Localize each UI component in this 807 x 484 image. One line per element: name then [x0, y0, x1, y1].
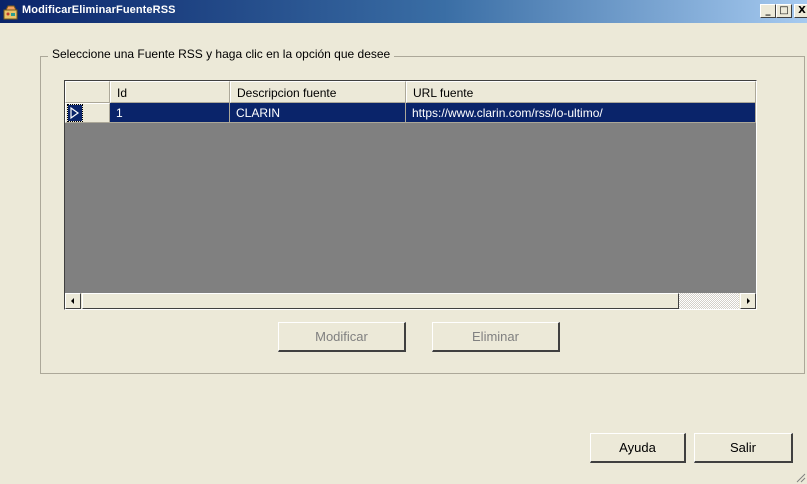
groupbox-legend: Seleccione una Fuente RSS y haga clic en…: [48, 47, 395, 61]
grid-corner-header: [65, 81, 110, 103]
cell-id[interactable]: 1: [110, 103, 230, 123]
rss-app-icon: [3, 5, 18, 20]
modificar-button[interactable]: Modificar: [278, 322, 406, 352]
title-bar[interactable]: ModificarEliminarFuenteRSS _ □ X: [0, 0, 807, 23]
column-header-descripcion[interactable]: Descripcion fuente: [230, 81, 406, 103]
resize-grip-icon[interactable]: [794, 471, 806, 483]
grid-header-row: Id Descripcion fuente URL fuente: [65, 81, 756, 103]
scroll-thumb[interactable]: [82, 293, 679, 309]
maximize-button[interactable]: □: [776, 4, 792, 18]
cell-descripcion[interactable]: CLARIN: [230, 103, 406, 123]
arrow-right-icon: [747, 298, 750, 304]
close-icon: X: [798, 5, 806, 16]
column-header-url[interactable]: URL fuente: [406, 81, 756, 103]
row-selector[interactable]: [65, 103, 110, 123]
current-row-indicator: [67, 104, 83, 122]
salir-button[interactable]: Salir: [694, 433, 793, 463]
scroll-right-button[interactable]: [740, 293, 756, 309]
arrow-left-icon: [71, 298, 74, 304]
ayuda-button[interactable]: Ayuda: [590, 433, 686, 463]
cell-url[interactable]: https://www.clarin.com/rss/lo-ultimo/: [406, 103, 756, 123]
main-window: ModificarEliminarFuenteRSS _ □ X Selecci…: [0, 0, 807, 484]
maximize-icon: □: [779, 5, 789, 16]
minimize-button[interactable]: _: [760, 4, 776, 18]
rss-sources-grid[interactable]: Id Descripcion fuente URL fuente 1 CLARI…: [64, 80, 757, 310]
scroll-left-button[interactable]: [65, 293, 81, 309]
window-title: ModificarEliminarFuenteRSS: [22, 4, 176, 16]
close-button[interactable]: X: [794, 4, 807, 18]
eliminar-button[interactable]: Eliminar: [432, 322, 560, 352]
table-row[interactable]: 1 CLARIN https://www.clarin.com/rss/lo-u…: [65, 103, 756, 123]
triangle-right-icon: [70, 106, 80, 120]
horizontal-scrollbar[interactable]: [65, 293, 756, 309]
column-header-id[interactable]: Id: [110, 81, 230, 103]
scroll-track[interactable]: [679, 293, 739, 309]
minimize-icon: _: [765, 5, 771, 16]
